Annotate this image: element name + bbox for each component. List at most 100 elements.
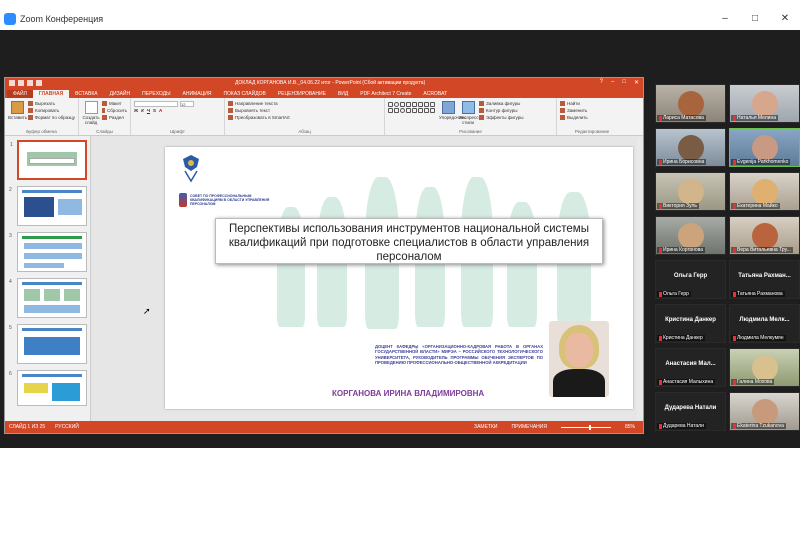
ppt-minimize-button[interactable]: – bbox=[611, 79, 614, 86]
ppt-help-icon[interactable]: ? bbox=[600, 79, 603, 86]
slide-title[interactable]: Перспективы использования инструментов н… bbox=[215, 218, 603, 264]
quick-styles-icon bbox=[461, 101, 475, 114]
tab-view[interactable]: ВИД bbox=[332, 90, 354, 98]
participant-tile[interactable]: Ольга Герр Ольга Герр bbox=[655, 260, 726, 299]
participant-tile[interactable]: Лариса Матасова bbox=[655, 84, 726, 123]
text-direction-button[interactable]: Направление текста bbox=[228, 100, 381, 107]
drawing-group-label: Рисование bbox=[459, 129, 482, 134]
close-button[interactable]: ✕ bbox=[770, 8, 800, 30]
participant-tile[interactable]: Татьяна Рахман... Татьяна Рахманова bbox=[729, 260, 800, 299]
quick-styles-button[interactable]: Экспресс-стили bbox=[459, 100, 480, 125]
reset-button[interactable]: Сбросить bbox=[102, 107, 127, 114]
tab-insert[interactable]: ВСТАВКА bbox=[69, 90, 103, 98]
participant-tile[interactable]: Виктория Зуль bbox=[655, 172, 726, 211]
participant-video bbox=[678, 223, 704, 249]
font-size-box[interactable]: 12 bbox=[180, 100, 194, 107]
mic-muted-icon bbox=[733, 379, 736, 385]
tab-acrobat[interactable]: ACROBAT bbox=[417, 90, 453, 98]
zoom-level[interactable]: 85% bbox=[625, 424, 635, 430]
tab-slideshow[interactable]: ПОКАЗ СЛАЙДОВ bbox=[217, 90, 271, 98]
editing-group-label: Редактирование bbox=[574, 129, 610, 134]
font-name-box[interactable] bbox=[134, 100, 178, 107]
italic-button[interactable]: К bbox=[141, 108, 144, 113]
participant-tile[interactable]: Ирина Борисовна bbox=[655, 128, 726, 167]
smartart-button[interactable]: Преобразовать в SmartArt bbox=[228, 114, 381, 121]
slide-thumbnail[interactable]: 5 bbox=[9, 324, 87, 364]
language-indicator[interactable]: РУССКИЙ bbox=[55, 424, 79, 430]
participant-tile-active-speaker[interactable]: Evgenija Parkhomenko bbox=[729, 128, 800, 167]
paste-button[interactable]: Вставить bbox=[8, 100, 27, 120]
underline-button[interactable]: Ч bbox=[147, 108, 150, 113]
slide-thumbnail[interactable]: 3 bbox=[9, 232, 87, 272]
participant-tile[interactable]: Наталья Мелина bbox=[729, 84, 800, 123]
tab-home[interactable]: ГЛАВНАЯ bbox=[32, 90, 70, 98]
tab-animation[interactable]: АНИМАЦИЯ bbox=[177, 90, 218, 98]
ppt-close-button[interactable]: ✕ bbox=[634, 79, 639, 86]
drawing-group: Упорядочить Экспресс-стили Заливка фигур… bbox=[385, 98, 557, 135]
font-color-button[interactable]: А bbox=[159, 108, 162, 113]
slide-thumbnail[interactable]: 6 bbox=[9, 370, 87, 406]
paste-icon bbox=[10, 101, 24, 114]
notes-button[interactable]: ЗАМЕТКИ bbox=[474, 424, 497, 430]
slides-group: Создать слайд Макет Сбросить Раздел Слай… bbox=[79, 98, 131, 135]
council-name: СОВЕТ ПО ПРОФЕССИОНАЛЬНЫМ КВАЛИФИКАЦИЯМ … bbox=[190, 194, 270, 206]
maximize-button[interactable]: □ bbox=[740, 8, 770, 30]
editing-group: Найти Заменить Выделить Редактирование bbox=[557, 98, 627, 135]
cut-button[interactable]: Вырезать bbox=[28, 100, 75, 107]
participant-tile[interactable]: Галина Мохова bbox=[729, 348, 800, 387]
mic-muted-icon bbox=[659, 423, 662, 429]
shape-outline-button[interactable]: Контур фигуры bbox=[479, 107, 524, 114]
redo-icon[interactable] bbox=[36, 80, 42, 86]
participant-display-name: Татьяна Рахман... bbox=[738, 273, 791, 279]
replace-icon bbox=[560, 108, 565, 113]
participant-video bbox=[678, 135, 704, 161]
layout-button[interactable]: Макет bbox=[102, 100, 127, 107]
new-slide-button[interactable]: Создать слайд bbox=[82, 100, 100, 125]
copy-button[interactable]: Копировать bbox=[28, 107, 75, 114]
vertical-scrollbar[interactable] bbox=[637, 138, 643, 420]
brush-icon bbox=[28, 115, 33, 120]
tab-design[interactable]: ДИЗАЙН bbox=[104, 90, 137, 98]
participant-tile[interactable]: Ирина Корганова bbox=[655, 216, 726, 255]
window-title: Zoom Конференция bbox=[20, 14, 104, 24]
bold-button[interactable]: Ж bbox=[134, 108, 138, 113]
minimize-button[interactable]: – bbox=[710, 8, 740, 30]
align-text-button[interactable]: Выровнять текст bbox=[228, 107, 381, 114]
participant-tile[interactable]: Анастасия Мал... Анастасия Малыхина bbox=[655, 348, 726, 387]
participant-tile[interactable]: Ekaterina Tzukanova bbox=[729, 392, 800, 431]
participant-tile[interactable]: Вера Витальевна Тру... bbox=[729, 216, 800, 255]
tab-file[interactable]: ФАЙЛ bbox=[7, 90, 33, 98]
shape-fill-button[interactable]: Заливка фигуры bbox=[479, 100, 524, 107]
participants-gallery: Лариса Матасова Наталья Мелина Ирина Бор… bbox=[655, 84, 800, 436]
tab-pdf-architect[interactable]: PDF Architect 7 Create bbox=[354, 90, 417, 98]
select-button[interactable]: Выделить bbox=[560, 114, 624, 121]
participant-tile[interactable]: Екатерина Майко bbox=[729, 172, 800, 211]
slide-thumbnail[interactable]: 4 bbox=[9, 278, 87, 318]
arrange-button[interactable]: Упорядочить bbox=[439, 100, 466, 120]
current-slide[interactable]: СОВЕТ ПО ПРОФЕССИОНАЛЬНЫМ КВАЛИФИКАЦИЯМ … bbox=[165, 147, 633, 409]
participant-tile[interactable]: Кристина Данкер Кристина Данкер bbox=[655, 304, 726, 343]
section-button[interactable]: Раздел bbox=[102, 114, 127, 121]
tab-review[interactable]: РЕЦЕНЗИРОВАНИЕ bbox=[272, 90, 332, 98]
participant-display-name: Кристина Данкер bbox=[665, 317, 716, 323]
participant-tile[interactable]: Людмила Мелк... Людмила Мелкумян bbox=[729, 304, 800, 343]
participant-tile[interactable]: Дударева Натали Дударева Натали bbox=[655, 392, 726, 431]
save-icon[interactable] bbox=[18, 80, 24, 86]
strike-button[interactable]: S bbox=[153, 108, 156, 113]
zoom-slider[interactable] bbox=[560, 424, 611, 430]
font-group-label: Шрифт bbox=[170, 129, 185, 134]
find-button[interactable]: Найти bbox=[560, 100, 624, 107]
shape-effects-button[interactable]: Эффекты фигуры bbox=[479, 114, 524, 121]
shapes-gallery[interactable] bbox=[388, 102, 435, 113]
format-painter-button[interactable]: Формат по образцу bbox=[28, 114, 75, 121]
comments-button[interactable]: ПРИМЕЧАНИЯ bbox=[511, 424, 547, 430]
mic-muted-icon bbox=[659, 291, 662, 297]
participant-display-name: Людмила Мелк... bbox=[739, 317, 790, 323]
undo-icon[interactable] bbox=[27, 80, 33, 86]
slide-thumbnail[interactable]: 1 bbox=[10, 140, 87, 180]
replace-button[interactable]: Заменить bbox=[560, 107, 624, 114]
tab-transitions[interactable]: ПЕРЕХОДЫ bbox=[136, 90, 176, 98]
slide-thumbnail[interactable]: 2 bbox=[9, 186, 87, 226]
ppt-maximize-button[interactable]: □ bbox=[622, 79, 626, 86]
zoom-logo-icon bbox=[4, 13, 16, 25]
